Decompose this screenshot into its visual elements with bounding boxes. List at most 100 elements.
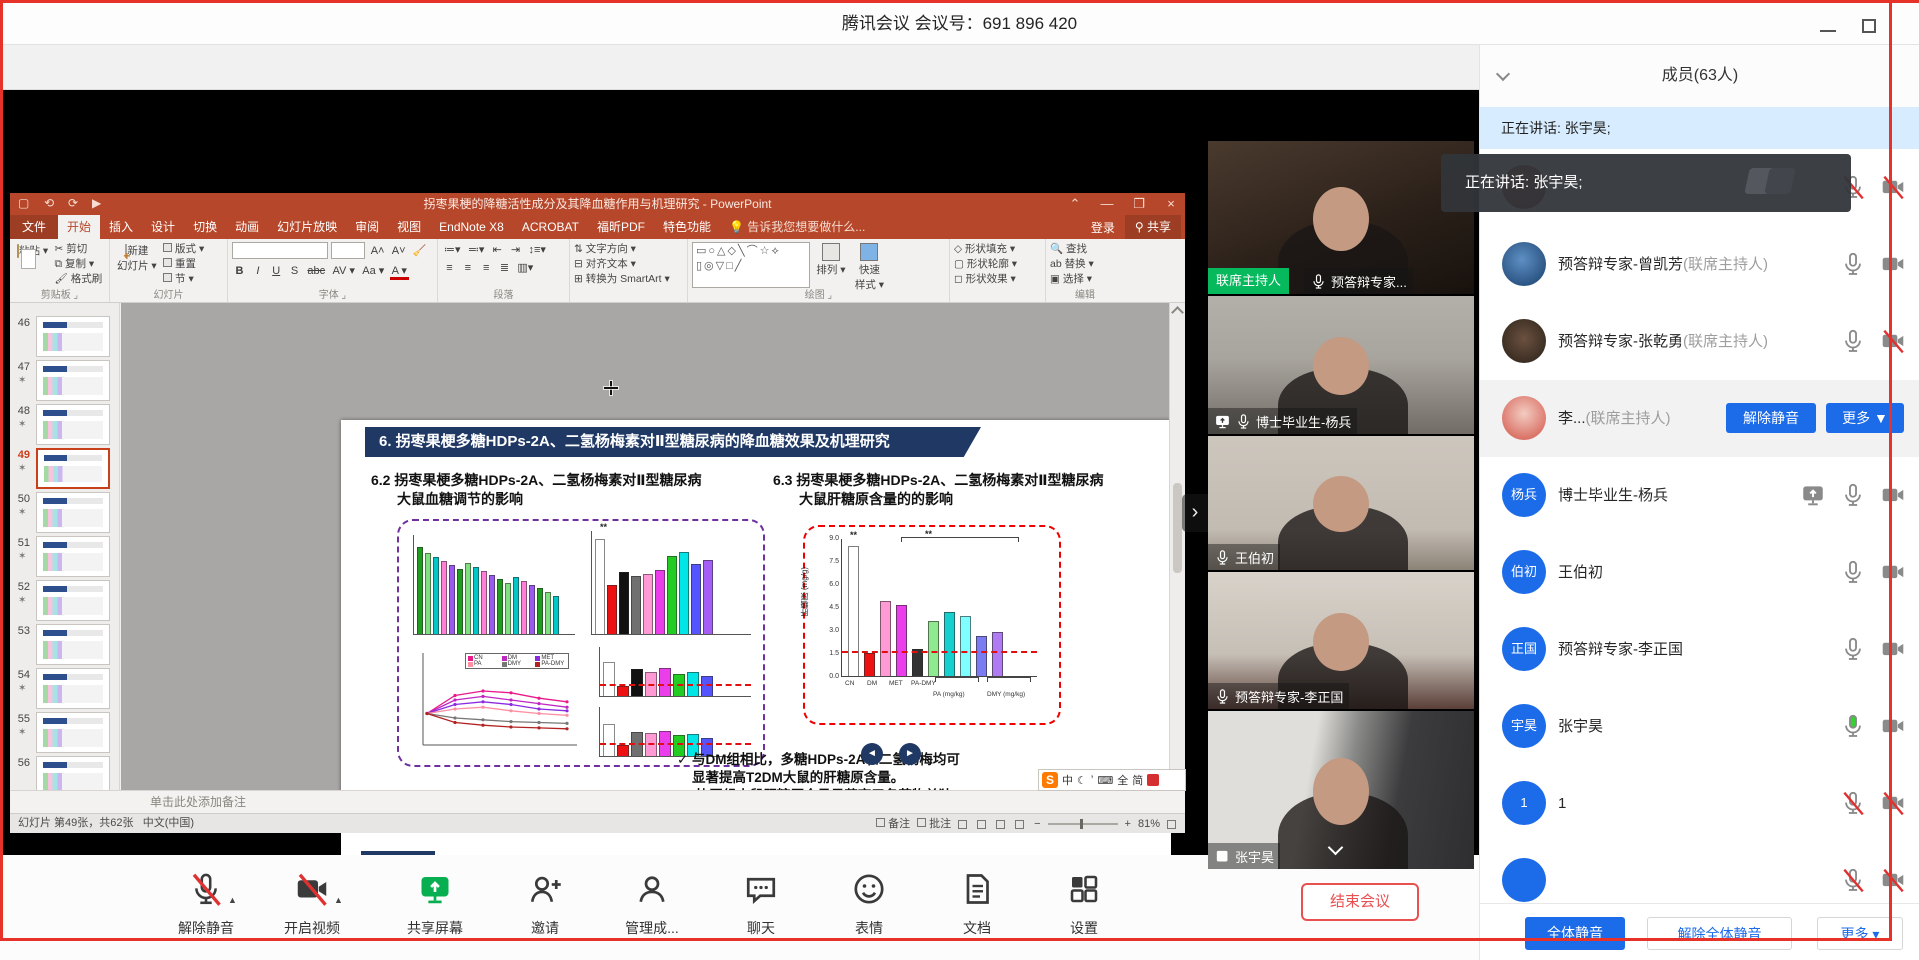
ppt-tab-插入[interactable]: 插入 — [100, 215, 142, 239]
ppt-tab-幻灯片放映[interactable]: 幻灯片放映 — [268, 215, 346, 239]
ppt-tab-开始[interactable]: 开始 — [58, 215, 100, 239]
caret-up-icon[interactable]: ▲ — [334, 895, 343, 905]
align-text-button[interactable]: ⊟ 对齐文本 ▾ — [574, 257, 683, 272]
ime-item[interactable]: 中 — [1062, 772, 1073, 788]
cut-button[interactable]: ✂ 剪切 — [55, 242, 103, 257]
ppt-tab-文件[interactable]: 文件 — [10, 215, 58, 239]
char-spacing-button[interactable]: AV ▾ — [330, 264, 356, 277]
ime-red-icon[interactable] — [1147, 774, 1159, 786]
ppt-close-icon[interactable]: × — [1157, 193, 1185, 215]
comments-toggle[interactable]: 批注 — [929, 818, 951, 830]
font-color-button[interactable]: A ▾ — [390, 264, 409, 280]
font-name-select[interactable] — [232, 242, 328, 259]
smartart-button[interactable]: ⊞ 转换为 SmartArt ▾ — [574, 272, 683, 287]
ime-item[interactable]: ☾ — [1077, 774, 1087, 787]
grow-font-button[interactable]: A˄ — [369, 245, 387, 257]
indent-button[interactable]: ⇥ — [508, 243, 523, 256]
shadow-button[interactable]: S — [287, 265, 302, 277]
scroll-up-icon[interactable] — [1171, 306, 1184, 319]
ppt-tab-EndNote X8[interactable]: EndNote X8 — [430, 215, 513, 239]
slide-thumbnail-47[interactable]: 47✶ — [10, 359, 120, 403]
underline-button[interactable]: U — [269, 265, 284, 277]
align-left-button[interactable]: ≡ — [442, 262, 457, 274]
video-thumbnail-博士毕业生-杨兵[interactable]: 博士毕业生-杨兵 — [1208, 296, 1474, 434]
video-thumbnail-预答辩专家...[interactable]: 联席主持人 预答辩专家... — [1208, 141, 1474, 294]
fit-window-icon[interactable] — [1167, 820, 1176, 829]
ppt-signin-button[interactable]: 登录 — [1081, 219, 1125, 236]
justify-button[interactable]: ≣ — [497, 261, 512, 274]
slide-thumbnail-panel[interactable]: 4647✶48✶49✶50✶51✶52✶5354✶55✶56 — [10, 303, 120, 790]
ime-item[interactable]: 全 — [1117, 772, 1128, 788]
member-row-1[interactable]: 11 — [1480, 765, 1919, 842]
slideshow-view-icon[interactable] — [1015, 820, 1024, 829]
ppt-restore-icon[interactable]: ❐ — [1125, 193, 1153, 215]
align-center-button[interactable]: ≡ — [460, 262, 475, 274]
shape-fill-button[interactable]: ◇ 形状填充 ▾ — [954, 242, 1041, 257]
format-painter-button[interactable]: 🖌 格式刷 — [55, 272, 103, 287]
maximize-icon[interactable] — [1862, 19, 1876, 33]
ime-logo[interactable]: S — [1042, 772, 1058, 788]
slide-thumbnail-55[interactable]: 55✶ — [10, 711, 120, 755]
outdent-button[interactable]: ⇤ — [490, 243, 505, 256]
slide-thumbnail-54[interactable]: 54✶ — [10, 667, 120, 711]
slide-thumbnail-50[interactable]: 50✶ — [10, 491, 120, 535]
row-more-button[interactable]: 更多 ▼ — [1826, 403, 1904, 433]
new-slide-button[interactable]: 新建幻灯片 ▾ — [114, 242, 160, 274]
slide-thumbnail-52[interactable]: 52✶ — [10, 579, 120, 623]
layout-button[interactable]: 版式 ▾ — [163, 242, 204, 257]
ime-item[interactable]: ’ — [1091, 774, 1093, 786]
paste-button[interactable]: 粘贴 ▾ — [14, 242, 51, 259]
select-button[interactable]: ▣ 选择 ▾ — [1050, 272, 1120, 287]
change-case-button[interactable]: Aa ▾ — [360, 264, 386, 277]
ppt-tab-福昕PDF[interactable]: 福昕PDF — [588, 215, 654, 239]
normal-view-icon[interactable] — [958, 820, 967, 829]
slide-thumbnail-51[interactable]: 51✶ — [10, 535, 120, 579]
slide-thumbnail-56[interactable]: 56 — [10, 755, 120, 790]
ime-item[interactable]: ⌨ — [1097, 774, 1113, 787]
row-unmute-button[interactable]: 解除静音 — [1726, 403, 1816, 433]
line-spacing-button[interactable]: ↕≡▾ — [526, 243, 547, 256]
slide-thumbnail-49[interactable]: 49✶ — [10, 447, 120, 491]
find-button[interactable]: 🔍 查找 — [1050, 242, 1120, 257]
shrink-font-button[interactable]: A˅ — [390, 245, 408, 257]
member-row-李...[interactable]: 李...(联席主持人)解除静音 更多 ▼ — [1480, 380, 1919, 457]
ppt-tab-审阅[interactable]: 审阅 — [346, 215, 388, 239]
member-row-王伯初[interactable]: 伯初王伯初 — [1480, 534, 1919, 611]
prev-slide-button[interactable]: ◄ — [861, 743, 883, 765]
shapes-gallery[interactable]: ▭○△◇╲⌒☆⟡ ▯◎▽□╱ — [692, 242, 810, 288]
minimize-icon[interactable] — [1820, 30, 1836, 32]
member-row-预答辩专家-李正国[interactable]: 正国预答辩专家-李正国 — [1480, 611, 1919, 688]
zoom-out-icon[interactable]: − — [1034, 815, 1040, 834]
caret-up-icon[interactable]: ▲ — [228, 895, 237, 905]
next-slide-button[interactable]: ► — [899, 743, 921, 765]
unmute-all-button[interactable]: 解除全体静音 — [1647, 917, 1792, 950]
video-strip-expander[interactable]: › — [1182, 494, 1208, 532]
ribbon-options-icon[interactable]: ⌃ — [1061, 193, 1089, 215]
italic-button[interactable]: I — [250, 265, 265, 277]
ppt-tab-特色功能[interactable]: 特色功能 — [654, 215, 720, 239]
scrollbar-thumb[interactable] — [1173, 483, 1182, 573]
clear-format-button[interactable]: 🧹 — [411, 244, 429, 257]
notes-pane[interactable]: 单击此处添加备注 — [10, 790, 1185, 813]
ime-toolbar[interactable]: S中 ☾ ’ ⌨ 全简 — [1038, 769, 1186, 791]
ime-item[interactable]: 简 — [1132, 772, 1143, 788]
slide-thumbnail-46[interactable]: 46 — [10, 315, 120, 359]
arrange-button[interactable]: 排列 ▾ — [813, 242, 848, 278]
shape-effects-button[interactable]: ◻ 形状效果 ▾ — [954, 272, 1041, 287]
member-row-预答辩专家-曾凯芳[interactable]: 预答辩专家-曾凯芳(联席主持人) — [1480, 226, 1919, 303]
video-collapse-chevron-icon[interactable] — [1330, 840, 1352, 856]
end-meeting-button[interactable]: 结束会议 — [1301, 883, 1419, 921]
ppt-tab-ACROBAT[interactable]: ACROBAT — [513, 215, 588, 239]
strikethrough-button[interactable]: abc — [305, 265, 327, 277]
ppt-tab-设计[interactable]: 设计 — [142, 215, 184, 239]
ppt-tab-切换[interactable]: 切换 — [184, 215, 226, 239]
numbering-button[interactable]: ≕▾ — [466, 243, 487, 256]
zoom-slider[interactable] — [1048, 823, 1118, 825]
align-right-button[interactable]: ≡ — [479, 262, 494, 274]
zoom-in-icon[interactable]: + — [1125, 815, 1131, 834]
video-thumbnail-王伯初[interactable]: 王伯初 — [1208, 436, 1474, 570]
font-size-select[interactable] — [331, 242, 365, 259]
section-button[interactable]: 节 ▾ — [163, 272, 204, 287]
ppt-share-button[interactable]: ⚲ 共享 — [1125, 215, 1181, 239]
reset-button[interactable]: 重置 — [163, 257, 204, 272]
